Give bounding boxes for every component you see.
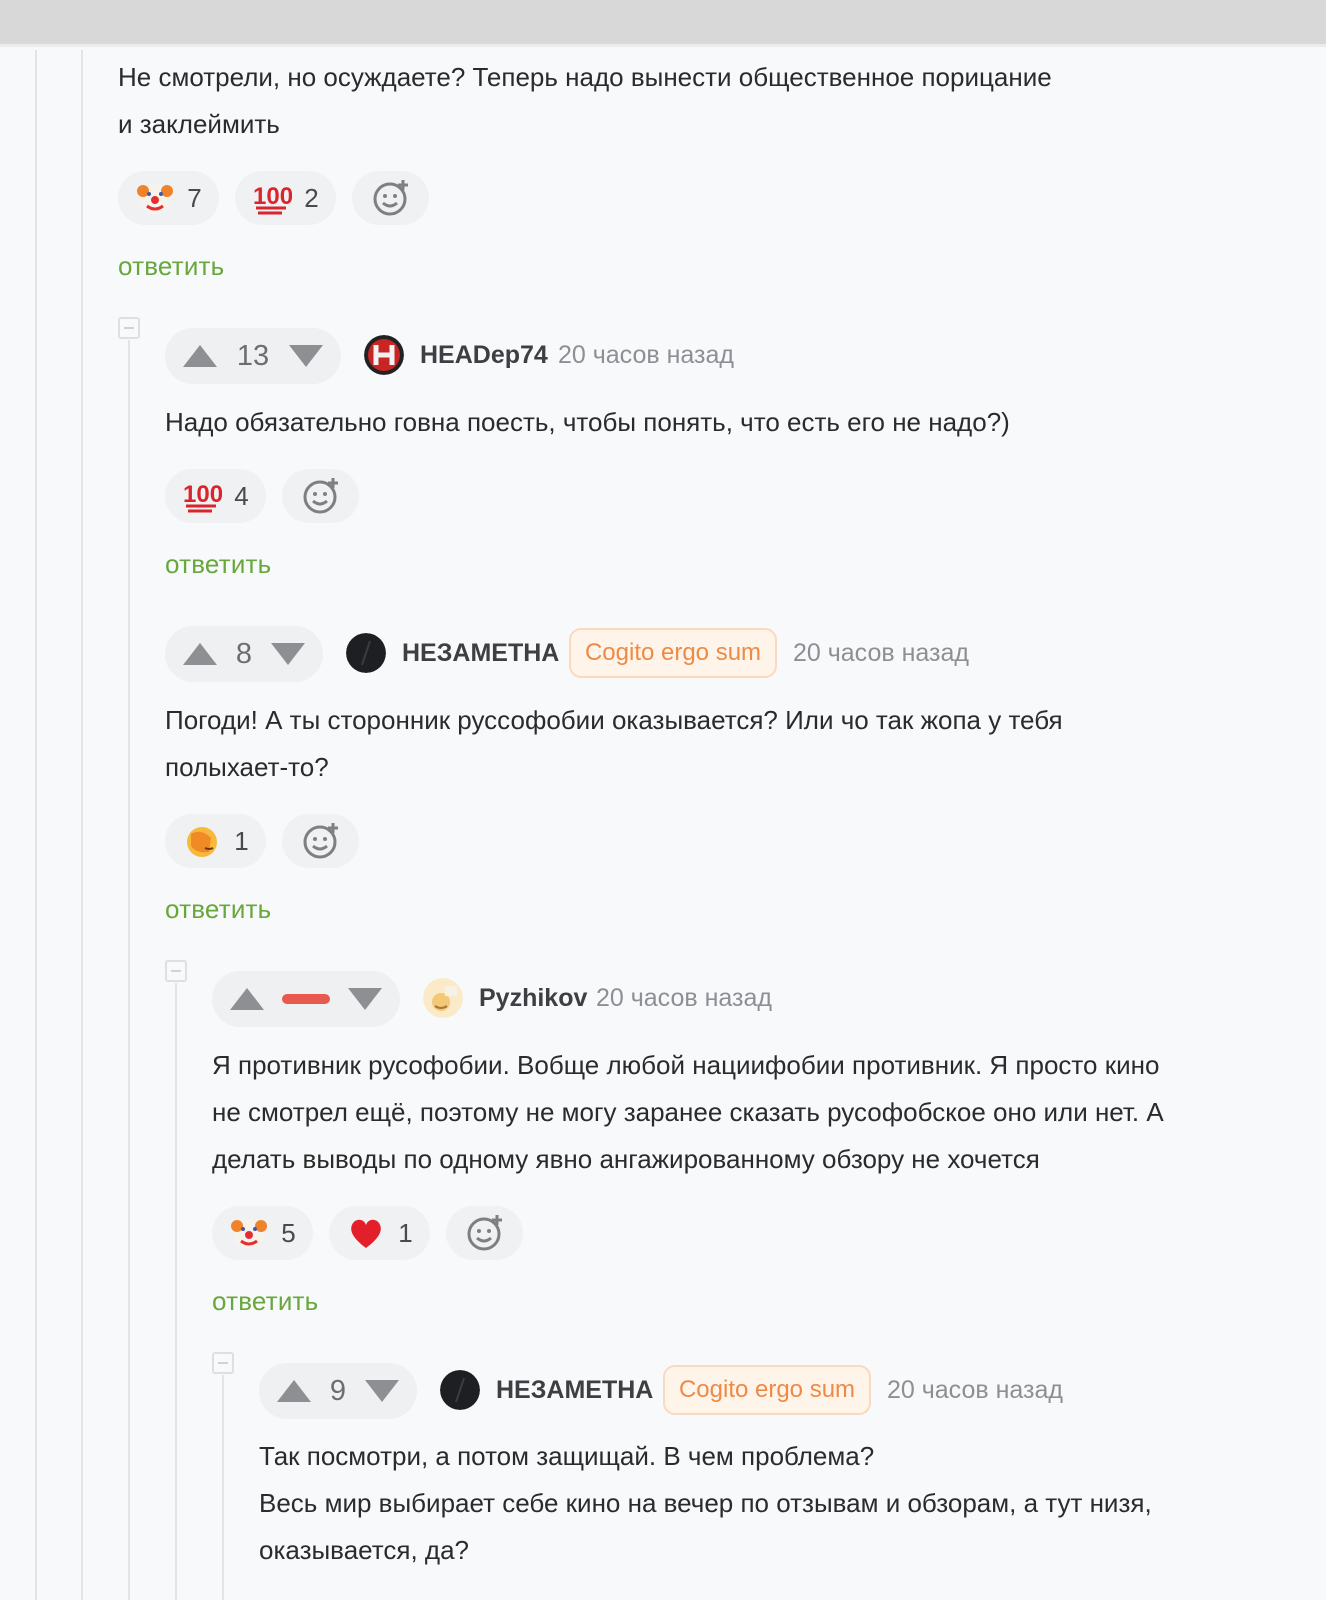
vote-widget: 13: [165, 328, 341, 384]
add-reaction-icon: [371, 178, 411, 218]
avatar[interactable]: [364, 335, 404, 375]
avatar[interactable]: [423, 978, 463, 1018]
add-reaction-button[interactable]: [352, 171, 429, 225]
collapse-thread-button[interactable]: [212, 1352, 234, 1374]
negative-rating-indicator: [282, 994, 330, 1004]
hundred-points-icon: 100: [252, 178, 292, 218]
reaction-count: 5: [281, 1217, 296, 1248]
reaction-count: 2: [304, 182, 319, 213]
comment-text-line: Не смотрели, но осуждаете? Теперь надо в…: [118, 62, 1052, 92]
thread-line: [35, 50, 37, 1600]
downvote-arrow-icon[interactable]: [288, 345, 323, 367]
username[interactable]: HEADep74: [420, 341, 548, 370]
add-reaction-icon: [465, 1213, 505, 1253]
reaction-facepalm[interactable]: 1: [165, 814, 266, 868]
add-reaction-button[interactable]: [282, 814, 359, 868]
timestamp: 20 часов назад: [558, 341, 734, 369]
svg-text:100: 100: [253, 183, 292, 210]
comment-text-line: не смотрел ещё, поэтому не могу заранее …: [212, 1097, 1164, 1127]
add-reaction-icon: [301, 821, 341, 861]
downvote-arrow-icon[interactable]: [270, 643, 305, 665]
comment-text-line: делать выводы по одному явно ангажирован…: [212, 1144, 1040, 1174]
add-reaction-button[interactable]: [282, 469, 359, 523]
svg-text:100: 100: [183, 481, 222, 508]
reply-link[interactable]: ответить: [165, 894, 271, 925]
timestamp: 20 часов назад: [793, 639, 969, 667]
comment-text-line: Надо обязательно говна поесть, чтобы пон…: [165, 407, 1010, 437]
vote-count: 13: [236, 339, 270, 372]
comment-text-line: Я противник русофобии. Вобще любой нации…: [212, 1050, 1160, 1080]
add-reaction-icon: [301, 476, 341, 516]
upvote-arrow-icon[interactable]: [230, 988, 264, 1010]
username[interactable]: НЕЗАМЕТНА: [402, 639, 559, 668]
thread-line: [175, 983, 177, 1600]
username[interactable]: НЕЗАМЕТНА: [496, 1376, 653, 1405]
upvote-arrow-icon[interactable]: [183, 643, 217, 665]
comment-text-line: Погоди! А ты сторонник руссофобии оказыв…: [165, 705, 1063, 735]
reply-link[interactable]: ответить: [118, 251, 224, 282]
reaction-heart[interactable]: 1: [329, 1206, 430, 1260]
reaction-hundred[interactable]: 100 2: [235, 171, 336, 225]
hundred-points-icon: 100: [182, 476, 222, 516]
clown-face-icon: [135, 178, 175, 218]
reaction-hundred[interactable]: 100 4: [165, 469, 266, 523]
comment-text-line: Так посмотри, а потом защищай. В чем про…: [259, 1441, 875, 1471]
browser-top-bar: [0, 0, 1326, 47]
vote-count: 8: [235, 637, 253, 670]
red-heart-icon: [346, 1213, 386, 1253]
vote-widget: 8: [165, 626, 323, 682]
comment-text-line: оказывается, да?: [259, 1535, 469, 1565]
facepalm-icon: [182, 821, 222, 861]
downvote-arrow-icon[interactable]: [348, 988, 382, 1010]
collapse-thread-button[interactable]: [118, 317, 140, 339]
reaction-count: 4: [234, 480, 249, 511]
reaction-count: 1: [398, 1217, 413, 1248]
vote-count: 9: [329, 1374, 347, 1407]
reaction-clown[interactable]: 5: [212, 1206, 313, 1260]
thread-line: [222, 1375, 224, 1600]
thread-line: [81, 50, 83, 1600]
timestamp: 20 часов назад: [596, 984, 772, 1012]
reaction-count: 7: [187, 182, 202, 213]
upvote-arrow-icon[interactable]: [183, 345, 217, 367]
reaction-clown[interactable]: 7: [118, 171, 219, 225]
reaction-count: 1: [234, 825, 249, 856]
user-badge: Cogito ergo sum: [569, 628, 777, 678]
avatar[interactable]: [440, 1370, 480, 1410]
thread-line: [128, 340, 130, 1600]
collapse-thread-button[interactable]: [165, 960, 187, 982]
reply-link[interactable]: ответить: [165, 549, 271, 580]
comment-text-line: полыхает-то?: [165, 752, 329, 782]
comment-text-line: и заклеймить: [118, 109, 280, 139]
reply-link[interactable]: ответить: [212, 1286, 318, 1317]
clown-face-icon: [229, 1213, 269, 1253]
comment-text-line: Весь мир выбирает себе кино на вечер по …: [259, 1488, 1152, 1518]
vote-widget: 9: [259, 1363, 417, 1419]
add-reaction-button[interactable]: [446, 1206, 523, 1260]
vote-widget: [212, 971, 400, 1027]
username[interactable]: Pyzhikov: [479, 984, 587, 1013]
user-badge: Cogito ergo sum: [663, 1365, 871, 1415]
upvote-arrow-icon[interactable]: [277, 1380, 311, 1402]
timestamp: 20 часов назад: [887, 1376, 1063, 1404]
avatar[interactable]: [346, 633, 386, 673]
downvote-arrow-icon[interactable]: [364, 1380, 399, 1402]
